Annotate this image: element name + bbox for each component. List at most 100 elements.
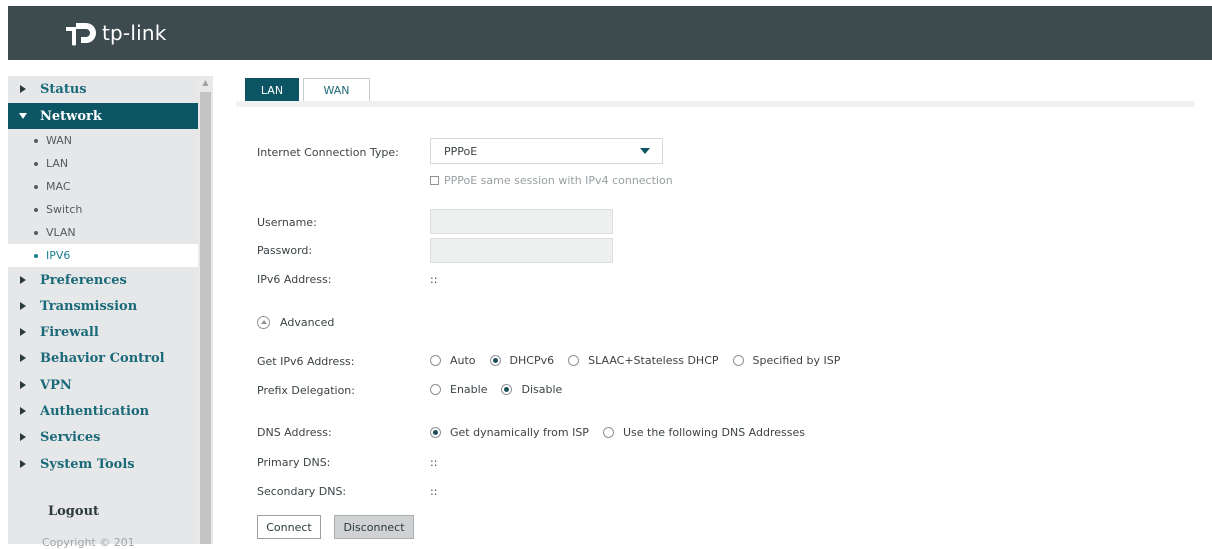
sidebar-subitem-ipv6[interactable]: IPV6	[8, 244, 198, 267]
sidebar-subitem-switch[interactable]: Switch	[8, 198, 198, 221]
radio-icon[interactable]	[489, 355, 501, 366]
same-session-checkbox-row[interactable]: PPPoE same session with IPv4 connection	[430, 174, 673, 187]
radio-dns-static[interactable]: Use the following DNS Addresses	[602, 426, 805, 439]
radio-icon[interactable]	[430, 384, 441, 395]
radio-dns-dynamic[interactable]: Get dynamically from ISP	[430, 426, 589, 439]
connect-button[interactable]: Connect	[257, 515, 321, 539]
radio-slaac[interactable]: SLAAC+Stateless DHCP	[568, 354, 719, 367]
sidebar-item-network[interactable]: Network	[8, 103, 198, 129]
radio-label: Get dynamically from ISP	[450, 426, 589, 439]
sidebar-subitem-lan[interactable]: LAN	[8, 152, 198, 175]
expand-arrow-icon	[20, 407, 26, 415]
sidebar-item-system-tools[interactable]: System Tools	[8, 451, 198, 477]
radio-icon[interactable]	[430, 427, 441, 438]
dns-radio-group: Get dynamically from ISP Use the followi…	[430, 426, 819, 439]
sidebar-item-services[interactable]: Services	[8, 424, 198, 450]
connection-type-select[interactable]: PPPoE	[430, 138, 663, 164]
menu-label: System Tools	[40, 456, 135, 472]
subitem-label: VLAN	[46, 226, 76, 239]
tp-link-logo[interactable]: tp-link	[60, 18, 167, 48]
radio-icon[interactable]	[568, 355, 580, 366]
bullet-icon	[34, 184, 38, 189]
expand-arrow-icon	[20, 302, 26, 310]
password-field[interactable]	[430, 238, 613, 263]
radio-label: Specified by ISP	[752, 354, 841, 367]
expand-arrow-icon	[20, 354, 26, 362]
menu-label: Status	[40, 81, 87, 97]
connection-type-value: PPPoE	[444, 144, 478, 158]
menu-label: VPN	[40, 377, 72, 393]
disconnect-button[interactable]: Disconnect	[334, 515, 414, 539]
advanced-label: Advanced	[280, 316, 335, 329]
radio-auto[interactable]: Auto	[430, 354, 476, 367]
radio-disable[interactable]: Disable	[501, 383, 562, 396]
sidebar-item-behavior-control[interactable]: Behavior Control	[8, 345, 198, 371]
menu-label: Authentication	[40, 403, 150, 419]
scrollbar-thumb[interactable]	[200, 92, 211, 544]
subitem-label: MAC	[46, 180, 71, 193]
same-session-checkbox[interactable]	[430, 176, 439, 185]
bullet-icon	[34, 253, 38, 258]
sidebar-subitem-vlan[interactable]: VLAN	[8, 221, 198, 244]
collapse-arrow-icon	[19, 113, 27, 119]
radio-icon[interactable]	[602, 427, 614, 438]
radio-label: Auto	[450, 354, 476, 367]
prefix-radio-group: Enable Disable	[430, 383, 576, 396]
password-label: Password:	[257, 244, 313, 257]
dropdown-caret-icon	[640, 148, 650, 154]
radio-icon[interactable]	[501, 384, 513, 395]
tab-wan[interactable]: WAN	[303, 78, 370, 103]
get-ipv6-label: Get IPv6 Address:	[257, 355, 355, 368]
top-bar: tp-link	[8, 6, 1212, 60]
menu-label: Preferences	[40, 272, 127, 288]
radio-specified-by-isp[interactable]: Specified by ISP	[732, 354, 841, 367]
sidebar-item-preferences[interactable]: Preferences	[8, 267, 198, 293]
sidebar-item-transmission[interactable]: Transmission	[8, 293, 198, 319]
sidebar-item-status[interactable]: Status	[8, 76, 198, 102]
sidebar-item-authentication[interactable]: Authentication	[8, 398, 198, 424]
advanced-toggle[interactable]: Advanced	[257, 316, 334, 329]
menu-label: Firewall	[40, 324, 99, 340]
radio-icon[interactable]	[430, 355, 441, 366]
tab-lan[interactable]: LAN	[245, 78, 299, 102]
bullet-icon	[34, 161, 38, 166]
username-label: Username:	[257, 216, 317, 229]
primary-dns-value: ::	[430, 456, 438, 469]
subitem-label: Switch	[46, 203, 83, 216]
username-field[interactable]	[430, 209, 613, 234]
expand-arrow-icon	[20, 328, 26, 336]
expand-arrow-icon	[20, 381, 26, 389]
subitem-label: LAN	[46, 157, 69, 170]
sidebar-item-vpn[interactable]: VPN	[8, 372, 198, 398]
radio-label: Enable	[450, 383, 488, 396]
subitem-label: WAN	[46, 134, 73, 147]
menu-label: Transmission	[40, 298, 138, 314]
secondary-dns-label: Secondary DNS:	[257, 485, 347, 498]
radio-label: Use the following DNS Addresses	[622, 426, 805, 439]
connection-type-label: Internet Connection Type:	[257, 146, 399, 159]
expand-arrow-icon	[20, 276, 26, 284]
sidebar-scrollbar[interactable]: ▲	[198, 76, 213, 544]
radio-enable[interactable]: Enable	[430, 383, 487, 396]
sidebar-item-firewall[interactable]: Firewall	[8, 319, 198, 345]
radio-dhcpv6[interactable]: DHCPv6	[489, 354, 555, 367]
sidebar-subitem-mac[interactable]: MAC	[8, 175, 198, 198]
same-session-label: PPPoE same session with IPv4 connection	[444, 174, 673, 187]
logout-link[interactable]: Logout	[48, 504, 99, 519]
collapse-circle-icon	[257, 316, 270, 329]
sidebar-subitem-wan[interactable]: WAN	[8, 129, 198, 152]
radio-label: SLAAC+Stateless DHCP	[588, 354, 719, 367]
tab-bar: LAN WAN	[236, 78, 1194, 103]
bullet-icon	[34, 230, 38, 235]
radio-icon[interactable]	[732, 355, 744, 366]
radio-label: DHCPv6	[509, 354, 555, 367]
scroll-up-icon[interactable]: ▲	[198, 76, 213, 90]
menu-label: Behavior Control	[40, 350, 165, 366]
brand-name: tp-link	[102, 21, 167, 45]
primary-dns-label: Primary DNS:	[257, 456, 331, 469]
bullet-icon	[34, 207, 38, 212]
ipv6-address-label: IPv6 Address:	[257, 273, 332, 286]
prefix-delegation-label: Prefix Delegation:	[257, 384, 355, 397]
secondary-dns-value: ::	[430, 485, 438, 498]
menu-label: Services	[40, 429, 101, 445]
